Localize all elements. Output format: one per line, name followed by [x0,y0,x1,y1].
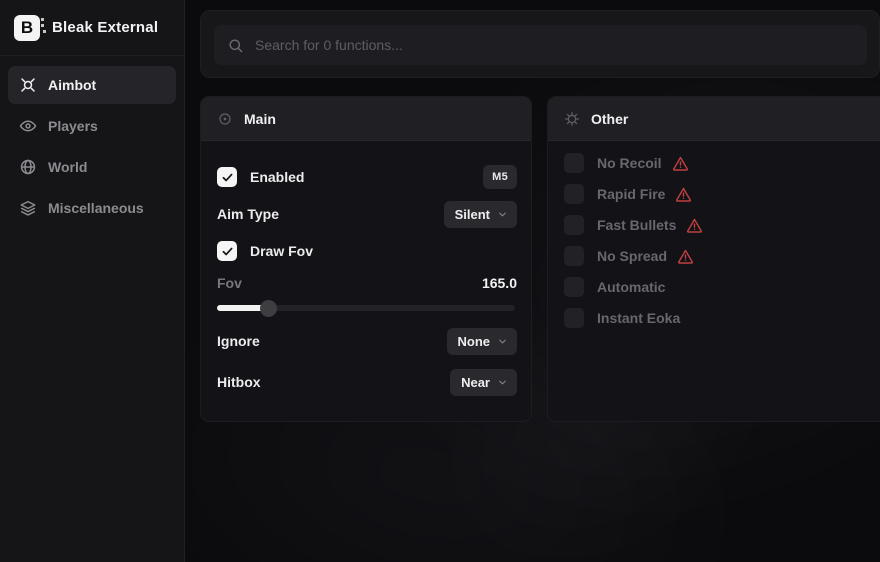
keybind-badge[interactable]: M5 [483,165,517,189]
other-toggle-label: Instant Eoka [597,310,680,326]
sidebar: B Bleak External Aimbot Players World Mi… [0,0,185,562]
sidebar-nav: Aimbot Players World Miscellaneous [0,56,184,237]
enabled-row: Enabled M5 [217,163,517,191]
other-checkbox[interactable] [564,215,584,235]
app-logo-icon: B [14,15,40,41]
app-title: Bleak External [52,19,158,36]
hitbox-label: Hitbox [217,374,261,390]
enabled-label: Enabled [250,169,304,185]
other-toggle-label: No Recoil [597,155,662,171]
chevron-down-icon [497,336,508,347]
other-checkbox[interactable] [564,277,584,297]
other-checkbox[interactable] [564,246,584,266]
sidebar-item-world[interactable]: World [8,148,176,186]
logo-letter: B [21,18,33,38]
ignore-value: None [458,334,491,349]
aim-type-dropdown[interactable]: Silent [444,201,517,228]
aim-type-value: Silent [455,207,490,222]
main-panel-title: Main [244,111,276,127]
hitbox-dropdown[interactable]: Near [450,369,517,396]
draw-fov-label: Draw Fov [250,243,313,259]
ignore-dropdown[interactable]: None [447,328,518,355]
hitbox-row: Hitbox Near [217,368,517,396]
fov-row: Fov 165.0 [217,273,517,293]
aim-type-label: Aim Type [217,206,279,222]
other-toggle-row[interactable]: No Spread [564,246,875,266]
sidebar-item-aimbot[interactable]: Aimbot [8,66,176,104]
other-toggle-row[interactable]: Automatic [564,277,875,297]
app-brand: B Bleak External [0,0,184,56]
layers-icon [19,199,37,217]
chevron-down-icon [497,209,508,220]
app-window: B Bleak External Aimbot Players World Mi… [0,0,880,562]
main-panel-header: Main [201,97,531,141]
chevron-down-icon [497,377,508,388]
other-panel-body: No Recoil Rapid Fire Fast Bullets No S [548,141,880,328]
search-input[interactable] [255,37,854,53]
eye-icon [19,117,37,135]
warning-icon [686,217,703,234]
fov-label: Fov [217,275,242,291]
draw-fov-checkbox[interactable] [217,241,237,261]
other-toggle-row[interactable]: No Recoil [564,153,875,173]
other-toggle-label: Rapid Fire [597,186,665,202]
search-icon [227,37,244,54]
other-checkbox[interactable] [564,308,584,328]
check-icon [221,171,234,184]
main-panel-body: Enabled M5 Aim Type Silent Draw Fov F [201,141,531,396]
other-panel: Other No Recoil Rapid Fire Fast Bullets [547,96,880,422]
other-panel-header: Other [548,97,880,141]
draw-fov-row: Draw Fov [217,237,517,265]
ignore-row: Ignore None [217,327,517,355]
target-icon [217,111,233,127]
ignore-label: Ignore [217,333,260,349]
search-panel [200,10,880,78]
other-toggle-label: Automatic [597,279,665,295]
other-toggle-row[interactable]: Rapid Fire [564,184,875,204]
other-checkbox[interactable] [564,153,584,173]
main-panel: Main Enabled M5 Aim Type Silent [200,96,532,422]
enabled-checkbox[interactable] [217,167,237,187]
warning-icon [672,155,689,172]
warning-icon [677,248,694,265]
sidebar-item-miscellaneous[interactable]: Miscellaneous [8,189,176,227]
fov-value: 165.0 [482,275,517,291]
other-checkbox[interactable] [564,184,584,204]
other-toggle-row[interactable]: Fast Bullets [564,215,875,235]
check-icon [221,245,234,258]
warning-icon [675,186,692,203]
other-toggle-row[interactable]: Instant Eoka [564,308,875,328]
globe-icon [19,158,37,176]
gear-icon [564,111,580,127]
search-box [214,25,867,65]
other-toggle-label: Fast Bullets [597,217,676,233]
other-toggle-label: No Spread [597,248,667,264]
hitbox-value: Near [461,375,490,390]
sidebar-item-players[interactable]: Players [8,107,176,145]
crosshair-icon [19,76,37,94]
aim-type-row: Aim Type Silent [217,200,517,228]
other-panel-title: Other [591,111,628,127]
fov-slider-thumb[interactable] [260,300,277,317]
fov-slider-row [217,300,517,316]
fov-slider[interactable] [217,300,517,316]
